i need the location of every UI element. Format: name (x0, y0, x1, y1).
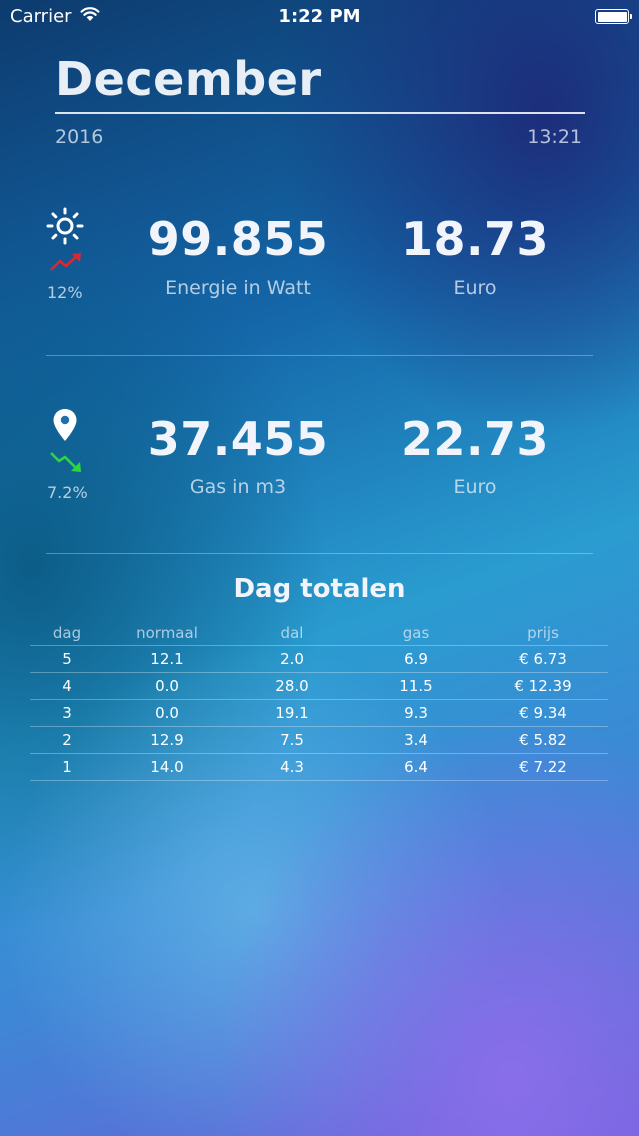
sun-icon (45, 206, 85, 250)
electricity-value-label: Energie in Watt (165, 277, 311, 299)
gas-value-label: Gas in m3 (189, 476, 287, 498)
trend-up-icon (49, 252, 83, 276)
table-cell: 0.0 (155, 704, 179, 722)
table-row: 2 12.9 7.5 3.4 € 5.82 (30, 727, 608, 754)
table-row: 1 14.0 4.3 6.4 € 7.22 (30, 754, 608, 781)
location-pin-icon (52, 408, 78, 446)
gas-value: 37.455 (147, 412, 329, 466)
section-divider (46, 355, 593, 356)
updated-time: 13:21 (527, 126, 582, 148)
title-divider (55, 112, 585, 114)
table-cell: 3 (62, 704, 72, 722)
column-header-gas: gas (402, 624, 430, 642)
table-header-row: dag normaal dal gas prijs (30, 621, 608, 646)
table-cell: 12.1 (150, 650, 184, 668)
table-cell: € 5.82 (519, 731, 567, 749)
table-row: 5 12.1 2.0 6.9 € 6.73 (30, 646, 608, 673)
gas-euro-label: Euro (453, 476, 497, 498)
table-cell: 4 (62, 677, 72, 695)
column-header-normaal: normaal (136, 624, 198, 642)
table-cell: 3.4 (404, 731, 428, 749)
table-cell: 11.5 (399, 677, 433, 695)
table-cell: 9.3 (404, 704, 428, 722)
electricity-euro-label: Euro (453, 277, 497, 299)
table-cell: 2 (62, 731, 72, 749)
table-cell: 12.9 (150, 731, 184, 749)
table-cell: € 6.73 (519, 650, 567, 668)
gas-trend-percent: 7.2% (47, 483, 88, 502)
table-cell: € 12.39 (514, 677, 572, 695)
daily-totals-title: Dag totalen (233, 574, 406, 604)
status-time: 1:22 PM (278, 6, 361, 27)
table-cell: 14.0 (150, 758, 184, 776)
gas-summary[interactable]: 7.2% 37.455 Gas in m3 22.73 Euro (0, 400, 639, 520)
table-cell: 0.0 (155, 677, 179, 695)
table-cell: 4.3 (280, 758, 304, 776)
table-cell: 5 (62, 650, 72, 668)
year-label: 2016 (55, 126, 104, 148)
table-cell: € 7.22 (519, 758, 567, 776)
table-cell: 1 (62, 758, 72, 776)
table-row: 3 0.0 19.1 9.3 € 9.34 (30, 700, 608, 727)
table-cell: 19.1 (275, 704, 309, 722)
column-header-dag: dag (52, 624, 82, 642)
table-cell: 7.5 (280, 731, 304, 749)
electricity-summary[interactable]: 12% 99.855 Energie in Watt 18.73 Euro (0, 200, 639, 320)
trend-down-icon (49, 450, 83, 478)
table-cell: 6.9 (404, 650, 428, 668)
column-header-prijs: prijs (527, 624, 559, 642)
gas-euro: 22.73 (400, 412, 549, 466)
table-row: 4 0.0 28.0 11.5 € 12.39 (30, 673, 608, 700)
electricity-euro: 18.73 (400, 212, 549, 266)
page-title: December (55, 52, 322, 106)
daily-totals-table: dag normaal dal gas prijs 5 12.1 2.0 6.9… (30, 621, 608, 781)
table-cell: 6.4 (404, 758, 428, 776)
electricity-trend-percent: 12% (47, 283, 83, 302)
table-cell: € 9.34 (519, 704, 567, 722)
battery-icon (595, 9, 632, 24)
electricity-value: 99.855 (147, 212, 329, 266)
table-cell: 2.0 (280, 650, 304, 668)
status-bar: Carrier 1:22 PM (0, 0, 639, 34)
column-header-dal: dal (280, 624, 304, 642)
section-divider (46, 553, 593, 554)
table-cell: 28.0 (275, 677, 309, 695)
